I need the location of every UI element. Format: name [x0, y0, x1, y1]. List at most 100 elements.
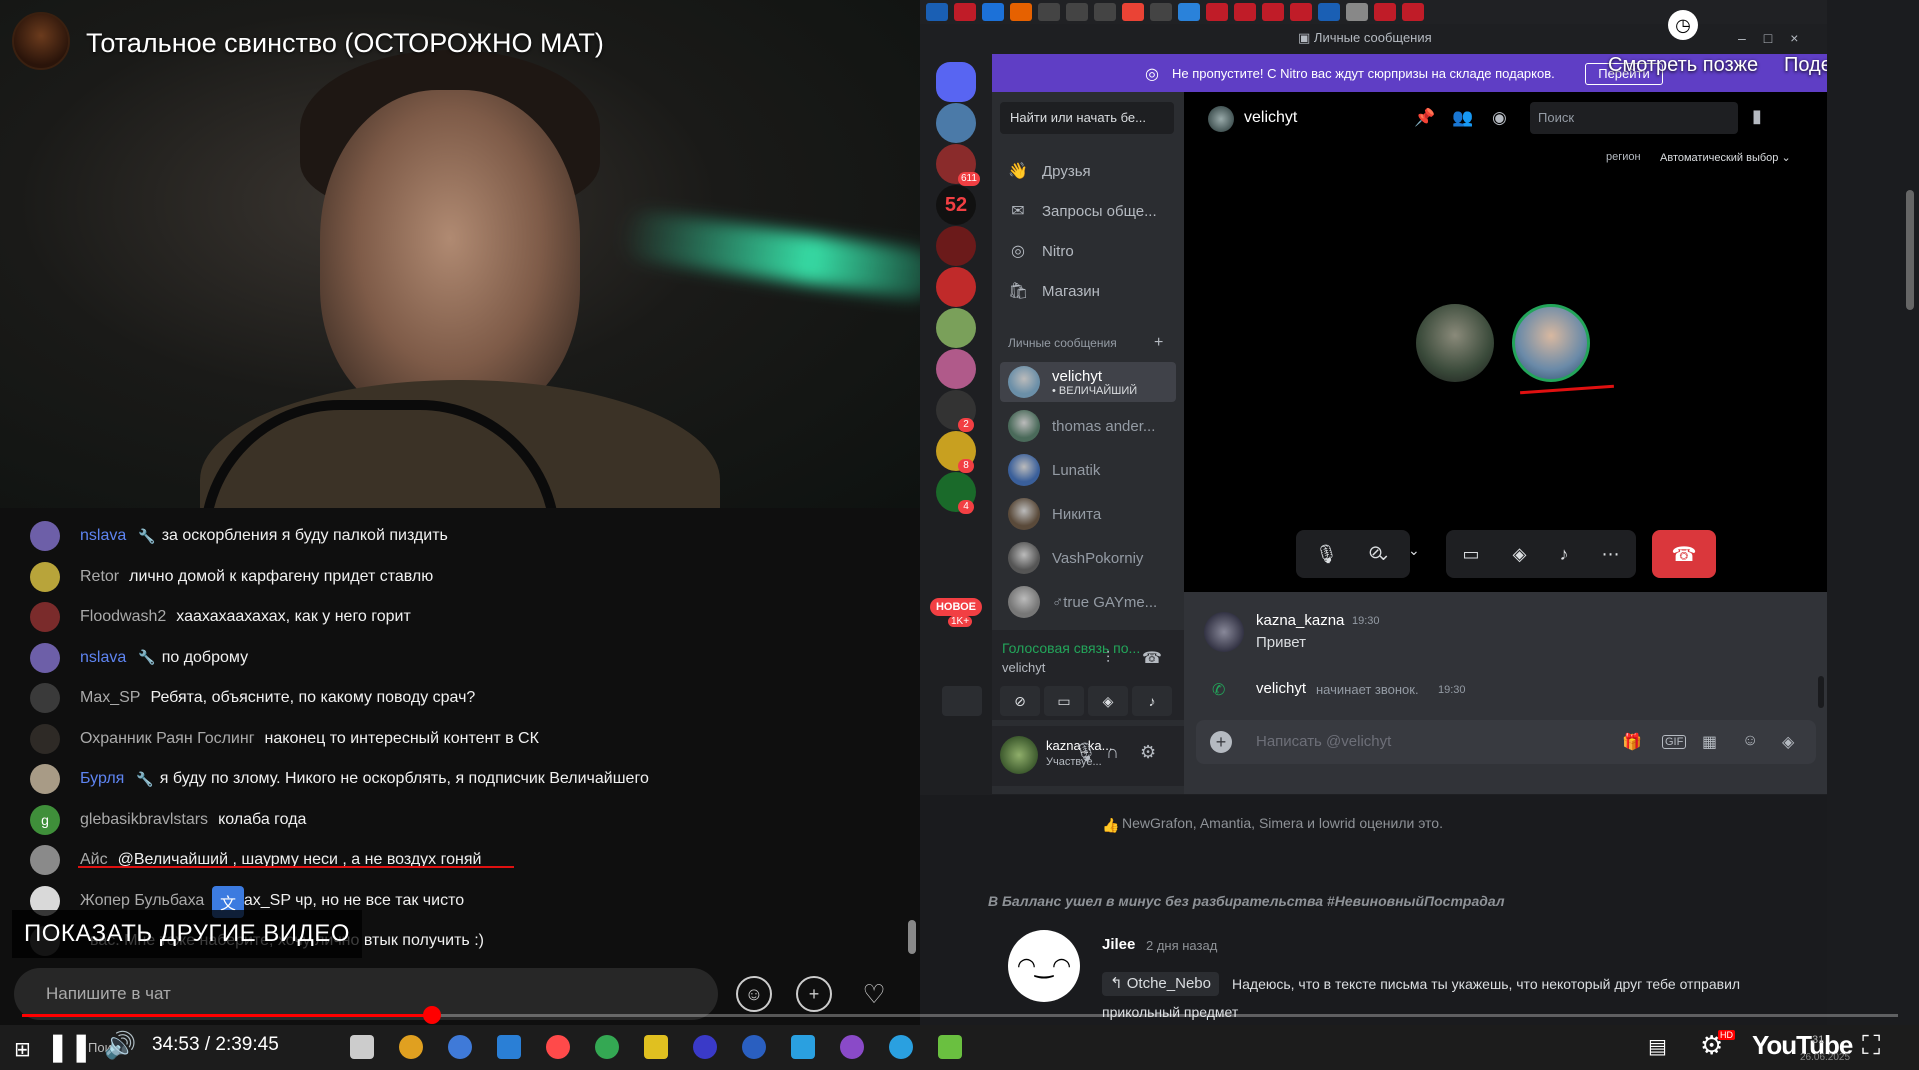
taskbar-app-icon[interactable] — [742, 1035, 766, 1059]
browser-tab[interactable] — [1262, 3, 1284, 21]
browser-tab[interactable] — [1150, 3, 1172, 21]
chat-author[interactable]: Max_SP — [80, 689, 140, 707]
dm-item[interactable]: Lunatik — [1000, 450, 1176, 490]
chat-author[interactable]: Жопер Бульбаха — [80, 892, 204, 910]
nav-mail[interactable]: ✉ Запросы обще... — [1008, 194, 1156, 228]
channel-avatar[interactable] — [12, 12, 70, 70]
new-badge[interactable]: НОВОЕ — [930, 598, 982, 616]
heart-icon[interactable]: ♡ — [856, 976, 892, 1012]
dm-item[interactable]: Никита — [1000, 494, 1176, 534]
cat-avatar[interactable] — [30, 764, 60, 794]
browser-tab[interactable] — [1402, 3, 1424, 21]
call-peer-name[interactable]: velichyt — [1244, 109, 1297, 127]
message-author[interactable]: kazna_kazna — [1256, 612, 1344, 629]
dm-item[interactable]: thomas ander... — [1000, 406, 1176, 446]
add-friend-icon[interactable]: 👥 — [1452, 108, 1473, 128]
taskbar-app-icon[interactable] — [350, 1035, 374, 1059]
nav-shop[interactable]: 🛍 Магазин — [1008, 274, 1100, 308]
captions-icon[interactable]: ▤ — [1648, 1034, 1667, 1059]
server-icon[interactable] — [936, 349, 976, 389]
region-select[interactable]: Автоматический выбор ⌄ — [1660, 151, 1791, 164]
taskbar-app-icon[interactable] — [448, 1035, 472, 1059]
taskbar-app-icon[interactable] — [840, 1035, 864, 1059]
attach-icon[interactable]: + — [1210, 731, 1232, 753]
taskbar-app-icon[interactable] — [693, 1035, 717, 1059]
more-icon[interactable]: ⋯ — [1601, 544, 1619, 565]
window-controls[interactable]: –□× — [1738, 30, 1816, 46]
chat-author[interactable]: glebasikbravlstars — [80, 811, 208, 829]
nav-friends[interactable]: 👋 Друзья — [1008, 154, 1091, 188]
gif-icon[interactable]: GIF — [1662, 735, 1687, 749]
call-user-velichyt[interactable] — [1512, 304, 1590, 382]
browser-tab[interactable] — [1066, 3, 1088, 21]
taskbar-app-icon[interactable] — [497, 1035, 521, 1059]
chat-input[interactable]: Напишите в чат — [14, 968, 718, 1020]
browser-tab[interactable] — [1178, 3, 1200, 21]
chat-author[interactable]: Бурля — [80, 770, 124, 788]
dm-search-button[interactable]: Найти или начать бе... — [1000, 102, 1174, 134]
frog-avatar[interactable] — [30, 561, 60, 592]
browser-tab[interactable] — [982, 3, 1004, 21]
watch-later-button[interactable]: Смотреть позже — [1608, 54, 1758, 77]
person-avatar[interactable] — [30, 845, 60, 875]
browser-tab[interactable] — [954, 3, 976, 21]
server-icon[interactable] — [936, 103, 976, 143]
emoji-icon[interactable]: ☺ — [1742, 732, 1758, 750]
chat-author[interactable]: nslava — [80, 649, 126, 667]
message-author[interactable]: velichyt — [1256, 680, 1306, 697]
page-scrollbar[interactable] — [1906, 190, 1914, 310]
profile-icon[interactable]: ◉ — [1492, 108, 1507, 128]
noise-suppression-icon[interactable]: ⫶ — [1106, 650, 1110, 668]
browser-tab[interactable] — [926, 3, 948, 21]
user-avatar[interactable] — [1000, 736, 1038, 774]
browser-tab[interactable] — [1374, 3, 1396, 21]
activity-button[interactable]: ◈ — [1088, 686, 1128, 716]
browser-tab[interactable] — [1234, 3, 1256, 21]
taskbar-app-icon[interactable] — [938, 1035, 962, 1059]
camera-off-icon[interactable]: ⊘ — [1368, 542, 1383, 563]
chat-author[interactable]: Floodwash2 — [80, 608, 166, 626]
joker-avatar[interactable] — [30, 602, 60, 632]
browser-tab[interactable] — [1010, 3, 1032, 21]
call-user-kazna[interactable] — [1416, 304, 1494, 382]
screen-share-button[interactable]: ▭ — [1044, 686, 1084, 716]
taskbar-app-icon[interactable] — [791, 1035, 815, 1059]
browser-tab[interactable] — [1206, 3, 1228, 21]
mic-icon[interactable]: 🎙 — [1074, 742, 1097, 763]
person-avatar[interactable] — [30, 723, 60, 754]
server-icon[interactable] — [936, 267, 976, 307]
call-peer-avatar[interactable] — [1208, 106, 1234, 132]
messages-scrollbar[interactable] — [1818, 676, 1824, 708]
windows-start-icon[interactable]: ⊞ — [14, 1037, 31, 1062]
hangup-button[interactable]: ☎ — [1652, 530, 1716, 578]
browser-tab[interactable] — [1038, 3, 1060, 21]
sticker-icon[interactable]: ▦ — [1702, 732, 1717, 752]
clock-icon[interactable]: ◷ — [1668, 10, 1698, 40]
post-heading[interactable]: В Балланс ушел в минус без разбирательст… — [988, 893, 1505, 909]
anime-avatar[interactable] — [30, 521, 60, 551]
browser-tab[interactable] — [1094, 3, 1116, 21]
chat-scrollbar[interactable] — [908, 920, 916, 954]
anime-avatar[interactable] — [30, 642, 60, 673]
stream-video[interactable] — [0, 0, 920, 508]
apps-icon[interactable]: ◈ — [1782, 732, 1794, 752]
exit-fullscreen-icon[interactable]: ⛶ — [1862, 1030, 1880, 1062]
post-author[interactable]: Jilee — [1102, 936, 1135, 953]
call-search-input[interactable]: Поиск — [1530, 102, 1738, 134]
discord-home-icon[interactable] — [936, 62, 976, 102]
browser-tab[interactable] — [1346, 3, 1368, 21]
soundboard-icon[interactable]: ♪ — [1559, 544, 1568, 565]
nav-nitro[interactable]: ◎ Nitro — [1008, 234, 1074, 268]
dm-item[interactable]: velichyt • ВЕЛИЧАЙШИЙ — [1000, 362, 1176, 402]
reply-chip[interactable]: ↰ Otche_Nebo — [1102, 972, 1219, 996]
browser-tab[interactable] — [1318, 3, 1340, 21]
message-avatar[interactable] — [1204, 612, 1244, 652]
screen-share-icon[interactable]: ▭ — [1463, 544, 1480, 565]
taskbar-app-icon[interactable] — [595, 1035, 619, 1059]
emoji-icon[interactable]: ☺ — [736, 976, 772, 1012]
pin-icon[interactable]: 📌 — [1414, 108, 1435, 128]
volume-icon[interactable]: 🔊 — [104, 1030, 136, 1061]
chat-author[interactable]: Охранник Раян Гослинг — [80, 730, 255, 748]
gift-icon[interactable]: 🎁 — [1622, 732, 1642, 752]
server-icon[interactable]: 52 — [936, 185, 976, 225]
